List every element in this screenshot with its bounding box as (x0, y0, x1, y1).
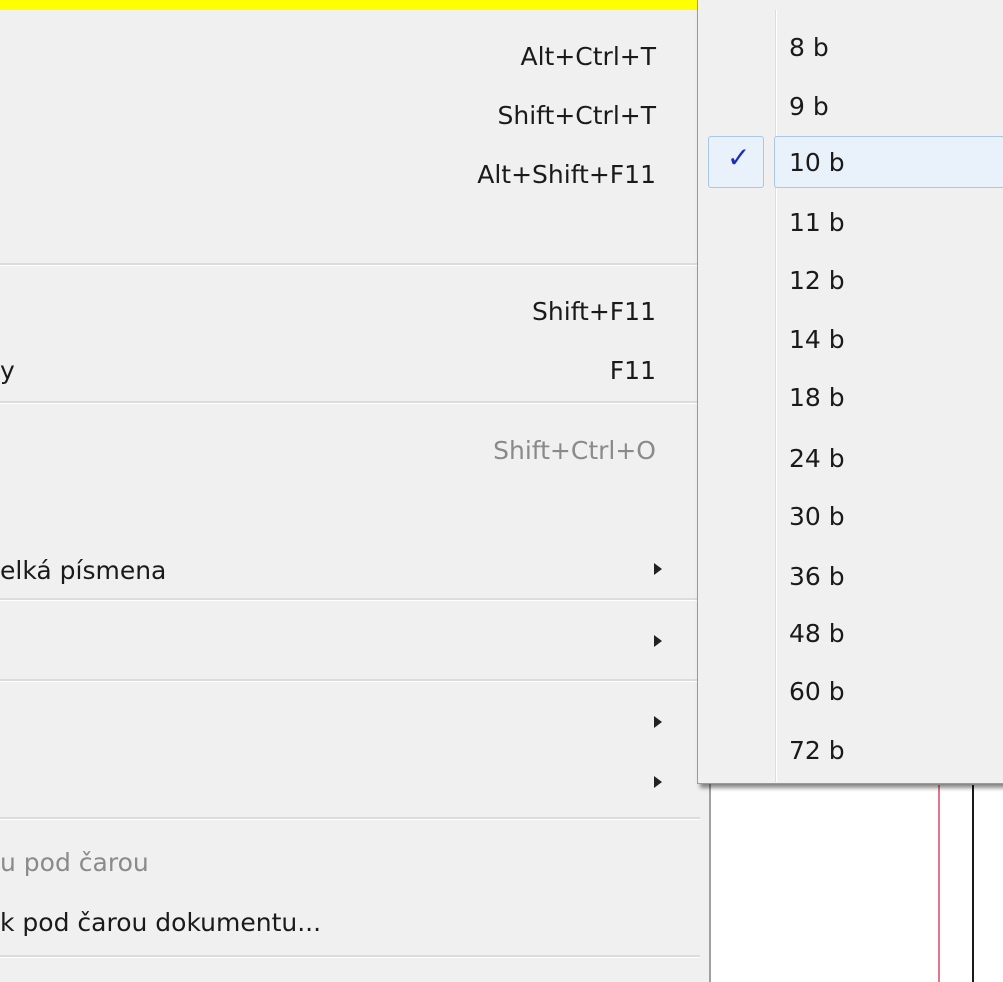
font-size-submenu: 8 b 9 b ✓ 10 b 11 b 12 b 14 b 18 b 24 b … (697, 0, 1003, 784)
font-size-option[interactable]: 12 b (704, 252, 1003, 306)
menu-item-footnote[interactable]: u pod čarou (0, 836, 700, 884)
font-size-label: 9 b (789, 92, 829, 121)
font-size-option[interactable]: 72 b (704, 722, 1003, 776)
menu-item-shortcut: Alt+Shift+F11 (477, 160, 656, 189)
font-size-option-selected[interactable]: ✓ 10 b (704, 134, 1003, 188)
menu-item-shortcut: Shift+F11 (532, 297, 656, 326)
menu-item-shortcut: Shift+Ctrl+O (493, 436, 656, 465)
menu-item-label: y (0, 356, 15, 385)
font-size-label: 8 b (789, 33, 829, 62)
menu-item-font-size[interactable]: Alt+Shift+F11 (0, 148, 700, 196)
menu-item-shortcut-shift-f11[interactable]: Shift+F11 (0, 285, 700, 333)
font-size-label: 24 b (789, 444, 845, 473)
menu-item-label: k pod čarou dokumentu... (0, 908, 322, 937)
menu-item-shortcut: Shift+Ctrl+T (497, 101, 656, 130)
menu-separator (0, 955, 700, 958)
page-margin-line (938, 785, 940, 982)
menu-item-submenu[interactable] (0, 757, 700, 805)
checkmark-icon: ✓ (727, 141, 751, 174)
check-box: ✓ (708, 136, 764, 188)
font-size-label: 48 b (789, 619, 845, 648)
font-size-option[interactable]: 30 b (704, 488, 1003, 542)
menu-item-submenu[interactable] (0, 616, 700, 664)
font-size-option[interactable]: 60 b (704, 663, 1003, 717)
menu-item-shortcut-alt-ctrl-t[interactable]: Alt+Ctrl+T (0, 30, 700, 78)
font-size-option[interactable]: 18 b (704, 369, 1003, 423)
menu-item-shortcut: F11 (609, 356, 656, 385)
font-size-label: 72 b (789, 736, 845, 765)
font-size-label: 14 b (789, 325, 845, 354)
font-size-option[interactable]: 24 b (704, 430, 1003, 484)
menu-item-submenu[interactable] (0, 697, 700, 745)
font-size-label: 60 b (789, 677, 845, 706)
menu-item-shortcut-f11[interactable]: y F11 (0, 344, 700, 392)
font-size-label: 18 b (789, 383, 845, 412)
menu-item-shortcut: Alt+Ctrl+T (520, 42, 657, 71)
menu-item-document-footnote[interactable]: k pod čarou dokumentu... (0, 896, 700, 944)
menu-separator (0, 263, 700, 266)
menu-item-capital-letters[interactable]: elká písmena (0, 544, 700, 592)
font-size-option[interactable]: 48 b (704, 605, 1003, 659)
menu-item-shortcut-shift-ctrl-o[interactable]: Shift+Ctrl+O (0, 424, 700, 472)
submenu-arrow-icon (654, 563, 662, 575)
text-cursor-line (972, 785, 974, 982)
menu-separator (0, 401, 700, 404)
font-size-label: 30 b (789, 502, 845, 531)
menu-item-shortcut-shift-ctrl-t[interactable]: Shift+Ctrl+T (0, 89, 700, 137)
submenu-arrow-icon (654, 776, 662, 788)
font-size-option[interactable]: 8 b (704, 19, 1003, 73)
menu-item-label: elká písmena (0, 556, 167, 585)
font-size-option[interactable]: 14 b (704, 311, 1003, 365)
menu-separator (0, 598, 700, 601)
font-size-label: 10 b (789, 148, 845, 177)
menu-item-label: u pod čarou (0, 848, 149, 877)
submenu-arrow-icon (654, 635, 662, 647)
font-size-option[interactable]: 11 b (704, 194, 1003, 248)
menu-separator (0, 817, 700, 820)
submenu-arrow-icon (654, 716, 662, 728)
font-size-label: 11 b (789, 208, 845, 237)
menu-separator (0, 679, 700, 682)
font-size-option[interactable]: 9 b (704, 78, 1003, 132)
format-context-menu: Alt+Ctrl+T Shift+Ctrl+T Alt+Shift+F11 Sh… (0, 10, 711, 982)
document-page[interactable] (711, 785, 1003, 982)
font-size-label: 36 b (789, 562, 845, 591)
font-size-label: 12 b (789, 266, 845, 295)
font-size-option[interactable]: 36 b (704, 548, 1003, 602)
